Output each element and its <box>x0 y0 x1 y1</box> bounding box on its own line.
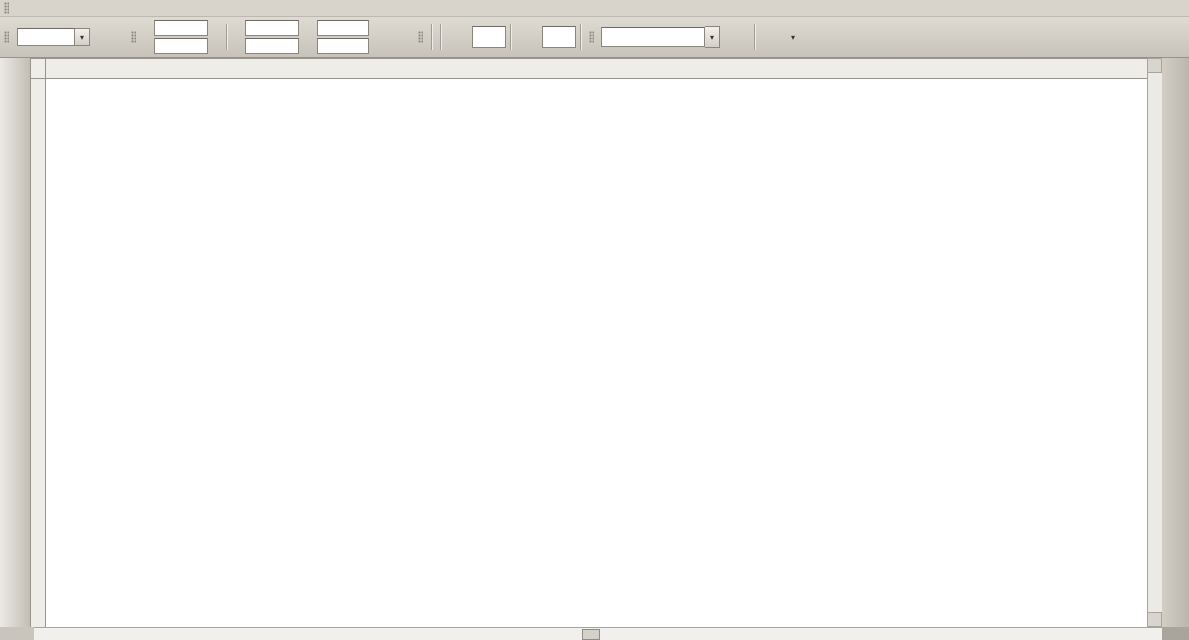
toolbar-grip-3 <box>418 31 423 43</box>
scale-y-input[interactable] <box>317 38 369 54</box>
rotate-angle-input[interactable] <box>472 26 506 48</box>
toolbar-grip-4 <box>589 31 594 43</box>
hscroll-thumb[interactable] <box>582 629 600 640</box>
menubar-grip <box>4 2 9 14</box>
colorway-dropdown-arrow[interactable]: ▾ <box>705 26 720 48</box>
height-input[interactable] <box>245 38 299 54</box>
toolbar-grip-1 <box>4 31 9 43</box>
scroll-down-button[interactable] <box>1147 612 1162 627</box>
color-palette-button[interactable] <box>759 23 791 51</box>
proportional-lock-button[interactable] <box>387 23 414 51</box>
bottom-left-corner <box>0 627 34 640</box>
resize-grip[interactable] <box>1162 627 1189 640</box>
right-dock-strip <box>1162 58 1189 627</box>
vertical-ruler <box>30 79 46 627</box>
object-properties-button[interactable] <box>100 23 127 51</box>
horizontal-ruler <box>46 58 1147 79</box>
skew-angle-input[interactable] <box>542 26 576 48</box>
zoom-input[interactable] <box>17 28 75 46</box>
embroidery-design-drawing <box>46 79 1147 627</box>
toolbar-grip-2 <box>131 31 136 43</box>
main-toolbar: ▾ ▾ ▾ <box>0 17 1189 58</box>
vertical-scrollbar[interactable] <box>1147 58 1162 627</box>
skew-button[interactable] <box>515 23 542 51</box>
menu-bar <box>0 0 1189 17</box>
rotate-ccw-button[interactable] <box>445 23 472 51</box>
colorway-editor-button[interactable] <box>723 23 750 51</box>
ruler-origin-box[interactable] <box>30 58 46 79</box>
scroll-left-button[interactable] <box>34 628 47 640</box>
width-input[interactable] <box>245 20 299 36</box>
scale-x-input[interactable] <box>317 20 369 36</box>
design-canvas[interactable] <box>46 79 1147 627</box>
palette-dropdown-arrow[interactable]: ▾ <box>791 27 804 47</box>
scroll-up-button[interactable] <box>1147 58 1162 73</box>
colorway-select[interactable] <box>601 27 705 47</box>
docked-palette-button[interactable] <box>1164 62 1188 92</box>
toolbox-sidebar <box>0 58 30 640</box>
zoom-dropdown-arrow[interactable]: ▾ <box>75 28 90 46</box>
y-input[interactable] <box>154 38 208 54</box>
scroll-right-button[interactable] <box>1149 628 1162 640</box>
x-input[interactable] <box>154 20 208 36</box>
horizontal-scrollbar[interactable] <box>34 627 1162 640</box>
